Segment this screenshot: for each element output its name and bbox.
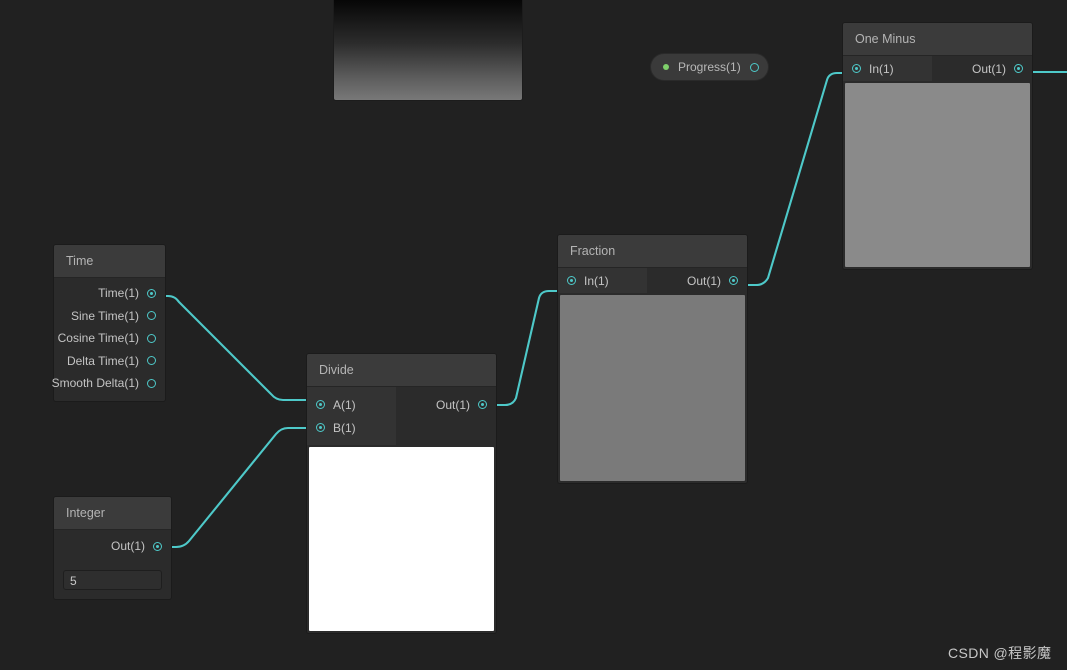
port-row-delta-time[interactable]: Delta Time(1) [54, 350, 165, 373]
port-one-minus-in[interactable] [852, 64, 861, 73]
node-fraction-title: Fraction [558, 235, 747, 268]
node-divide-outputs: Out(1) [396, 387, 496, 445]
port-cosine-time-out[interactable] [147, 333, 156, 343]
node-one-minus-input[interactable]: In(1) [843, 56, 932, 81]
port-row-sine-time[interactable]: Sine Time(1) [54, 305, 165, 328]
edge-time-to-divide-a [158, 294, 315, 402]
node-integer[interactable]: Integer Out(1) 5 [54, 497, 171, 599]
port-row-divide-a[interactable]: A(1) [307, 393, 396, 416]
port-row-cosine-time[interactable]: Cosine Time(1) [54, 327, 165, 350]
node-one-minus-output[interactable]: Out(1) [932, 56, 1032, 81]
node-one-minus-title: One Minus [843, 23, 1032, 56]
node-divide-inputs: A(1) B(1) [307, 387, 396, 445]
port-divide-b-in[interactable] [316, 423, 325, 432]
integer-value-input[interactable]: 5 [63, 569, 162, 590]
port-label-time: Time(1) [98, 286, 139, 301]
watermark-text: CSDN @程影魔 [948, 645, 1052, 661]
edge-integer-to-divide-b [164, 426, 315, 549]
node-time-title: Time [54, 245, 165, 278]
port-row-integer-out[interactable]: Out(1) [54, 535, 171, 558]
port-row-divide-out[interactable]: Out(1) [396, 393, 496, 416]
edge-divide-to-fraction [489, 289, 567, 407]
port-divide-out[interactable] [478, 400, 487, 409]
integer-value-wrap: 5 [54, 563, 171, 599]
port-label-divide-out: Out(1) [435, 397, 470, 412]
node-divide[interactable]: Divide A(1) B(1) Out(1) [307, 354, 496, 633]
node-divide-title: Divide [307, 354, 496, 387]
node-integer-output-list: Out(1) [54, 530, 171, 563]
node-fraction-preview [560, 295, 745, 481]
property-label: Progress(1) [678, 60, 741, 74]
node-integer-title: Integer [54, 497, 171, 530]
node-fraction[interactable]: Fraction In(1) Out(1) [558, 235, 747, 483]
progress-output-port[interactable] [749, 62, 759, 72]
port-fraction-out[interactable] [729, 276, 738, 285]
node-time-output-list: Time(1) Sine Time(1) Cosine Time(1) Delt… [51, 278, 165, 401]
port-time-out[interactable] [147, 288, 156, 298]
node-one-minus-ports: In(1) Out(1) [843, 56, 1032, 81]
port-row-time[interactable]: Time(1) [54, 282, 165, 305]
node-time[interactable]: Time Time(1) Sine Time(1) Cosine Time(1)… [51, 245, 165, 401]
port-label-cosine-time: Cosine Time(1) [57, 331, 139, 346]
property-node-progress[interactable]: Progress(1) [651, 54, 768, 80]
port-label-delta-time: Delta Time(1) [66, 353, 139, 368]
port-row-smooth-delta[interactable]: Smooth Delta(1) [51, 372, 165, 395]
port-fraction-in[interactable] [567, 276, 576, 285]
master-preview-swatch [334, 0, 522, 100]
node-divide-preview [309, 447, 494, 631]
port-divide-a-in[interactable] [316, 400, 325, 409]
edge-fraction-to-one-minus [740, 71, 853, 287]
port-label-divide-a: A(1) [333, 397, 356, 412]
port-sine-time-out[interactable] [147, 311, 156, 321]
port-label-one-minus-out: Out(1) [971, 61, 1006, 76]
property-indicator-dot [663, 64, 669, 70]
port-label-one-minus-in: In(1) [869, 61, 894, 76]
node-divide-ports: A(1) B(1) Out(1) [307, 387, 496, 445]
node-fraction-ports: In(1) Out(1) [558, 268, 747, 293]
port-integer-out[interactable] [153, 541, 162, 551]
port-one-minus-out[interactable] [1014, 64, 1023, 73]
port-label-sine-time: Sine Time(1) [70, 308, 139, 323]
node-fraction-output[interactable]: Out(1) [647, 268, 747, 293]
port-smooth-delta-out[interactable] [147, 378, 156, 388]
shader-graph-canvas[interactable]: Progress(1) Time Time(1) Sine Time(1) Co… [0, 0, 1067, 670]
node-one-minus[interactable]: One Minus In(1) Out(1) [843, 23, 1032, 269]
node-fraction-input[interactable]: In(1) [558, 268, 647, 293]
port-label-fraction-out: Out(1) [686, 273, 721, 288]
port-label-fraction-in: In(1) [584, 273, 609, 288]
node-one-minus-preview [845, 83, 1030, 267]
port-label-smooth-delta: Smooth Delta(1) [51, 376, 139, 391]
port-row-divide-b[interactable]: B(1) [307, 416, 396, 439]
port-delta-time-out[interactable] [147, 356, 156, 366]
port-label-integer-out: Out(1) [110, 539, 145, 554]
port-label-divide-b: B(1) [333, 420, 356, 435]
